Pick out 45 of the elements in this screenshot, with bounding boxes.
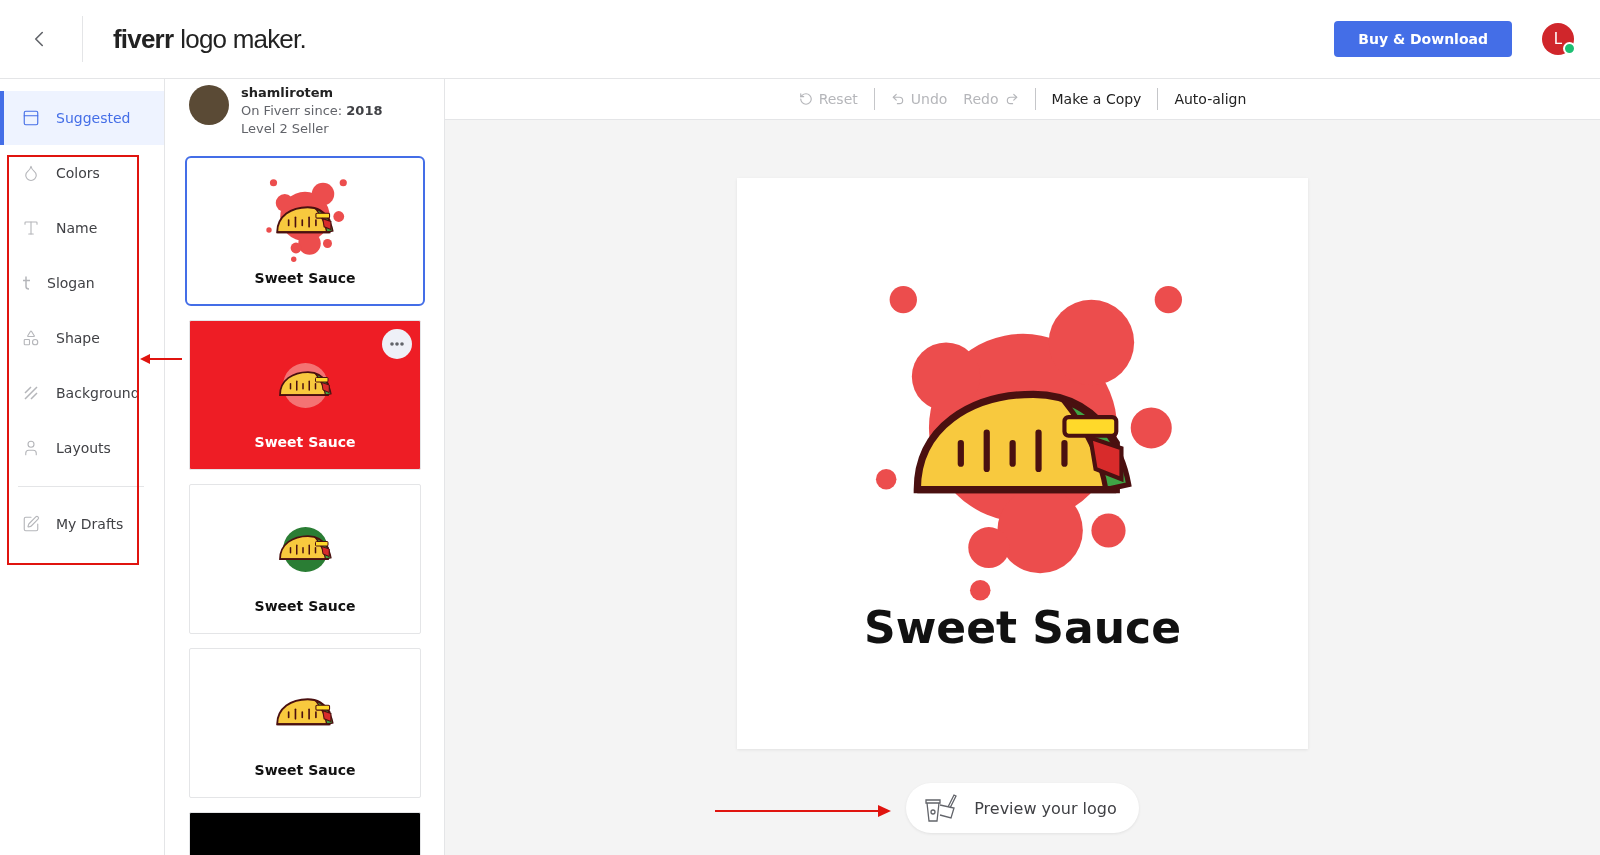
buy-download-button[interactable]: Buy & Download — [1334, 21, 1512, 57]
logo-name: Sweet Sauce — [254, 434, 356, 450]
sidebar-item[interactable]: Suggested — [0, 91, 164, 145]
undo-icon — [890, 92, 905, 106]
annotation-arrow — [140, 353, 182, 365]
toolbar-button[interactable]: Auto-align — [1166, 91, 1255, 107]
more-options-button[interactable] — [382, 329, 412, 359]
sidebar-item[interactable]: Shape — [0, 311, 164, 365]
sidebar-item[interactable]: My Drafts — [0, 497, 164, 551]
preview-logo-button[interactable]: Preview your logo — [906, 783, 1139, 833]
dots-icon — [390, 342, 404, 346]
seller-level: Level 2 Seller — [241, 121, 330, 136]
colors-icon — [22, 164, 40, 182]
profile-photo-placeholder — [189, 85, 229, 125]
sidebar-item[interactable]: Colors — [0, 146, 164, 200]
redo-icon — [1004, 92, 1019, 106]
logo-thumbnail[interactable]: Sweet Sauce — [189, 320, 421, 470]
taco-icon — [275, 204, 335, 235]
suggested-icon — [22, 109, 40, 127]
designer-name: shamlirotem — [241, 85, 335, 100]
sidebar-item[interactable]: Background — [0, 366, 164, 420]
member-since: On Fiverr since: 2018 — [241, 103, 383, 118]
slogan-icon — [22, 276, 31, 290]
background-icon — [22, 384, 40, 402]
sidebar-item[interactable]: Name — [0, 201, 164, 255]
drafts-icon — [22, 515, 40, 533]
logo-text: fiverr — [113, 23, 174, 55]
reset-icon — [798, 92, 813, 106]
cup-and-card-icon — [924, 793, 959, 823]
logo-thumbnail[interactable]: Sweet Sauce — [189, 648, 421, 798]
layouts-icon — [22, 439, 40, 457]
logo-text: logo maker. — [180, 23, 306, 55]
name-icon — [22, 219, 40, 237]
logo-thumbnail[interactable]: Sweet Sauce — [189, 484, 421, 634]
logo-name: Sweet Sauce — [864, 602, 1181, 653]
user-avatar[interactable]: L — [1542, 23, 1574, 55]
shape-icon — [22, 329, 40, 347]
logo-name: Sweet Sauce — [254, 762, 356, 778]
sidebar-item[interactable]: Layouts — [0, 421, 164, 475]
logo-name: Sweet Sauce — [254, 270, 356, 286]
logo-thumbnail[interactable]: Sweet Sauce — [185, 156, 425, 306]
taco-icon — [275, 696, 335, 727]
logo-name: Sweet Sauce — [254, 598, 356, 614]
toolbar-button[interactable]: Make a Copy — [1043, 91, 1150, 107]
sidebar-item[interactable]: Slogan — [0, 256, 164, 310]
